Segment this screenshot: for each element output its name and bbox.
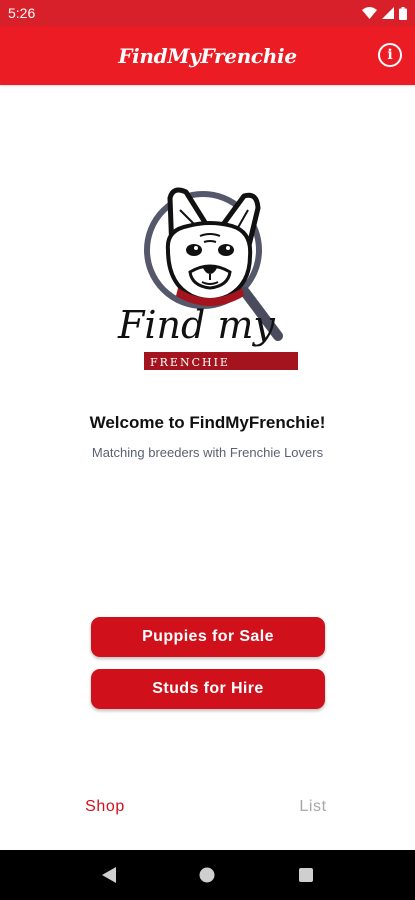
recents-icon[interactable] [298,867,314,883]
app-logo: Find my FRENCHIE [110,180,305,380]
studs-for-hire-button[interactable]: Studs for Hire [91,669,325,709]
wifi-icon [362,7,377,19]
app-title: FindMyFrenchie [118,43,297,68]
welcome-heading: Welcome to FindMyFrenchie! [89,413,326,432]
status-time: 5:26 [8,5,36,21]
status-bar: 5:26 [0,0,415,26]
back-icon[interactable] [101,866,117,884]
system-nav-bar [0,850,415,900]
welcome-subtitle: Matching breeders with Frenchie Lovers [91,445,324,460]
battery-icon [399,6,407,20]
info-button[interactable]: i [378,43,402,67]
home-icon[interactable] [199,867,215,883]
tab-list[interactable]: List [268,798,358,816]
tab-shop[interactable]: Shop [60,798,150,816]
bottom-nav: Shop List [0,786,415,830]
app-bar: FindMyFrenchie i [0,26,415,85]
puppies-for-sale-button[interactable]: Puppies for Sale [91,617,325,657]
cell-signal-icon [382,7,394,19]
logo-banner-text: FRENCHIE [150,356,230,369]
info-icon: i [387,47,393,63]
logo-script-text: Find my [117,303,275,347]
status-icons [362,6,407,20]
